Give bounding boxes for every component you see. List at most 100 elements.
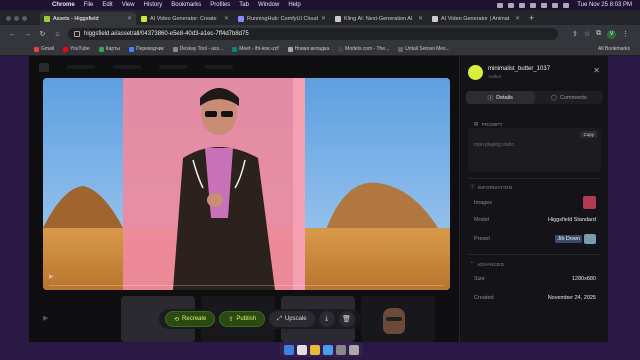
page-logo-icon[interactable] <box>39 62 49 72</box>
tab-details[interactable]: ⓘ Details <box>466 91 535 104</box>
dock-app-icon[interactable] <box>336 344 346 355</box>
menu-window[interactable]: Window <box>258 2 279 8</box>
dock-app-icon[interactable] <box>323 344 333 355</box>
close-window-icon[interactable] <box>6 16 11 21</box>
extensions-icon[interactable]: ⧉ <box>596 30 601 38</box>
advanced-heading[interactable]: ⌃ ADVANCED <box>470 261 504 267</box>
menu-edit[interactable]: Edit <box>102 2 112 8</box>
author-avatar[interactable] <box>468 65 483 80</box>
minimize-window-icon[interactable] <box>14 16 19 21</box>
close-tab-icon[interactable]: ✕ <box>515 15 520 22</box>
browser-tabbar: Assets - Higgsfield ✕ AI Video Generator… <box>0 10 640 25</box>
menu-profiles[interactable]: Profiles <box>210 2 230 8</box>
bookmark-favicon-icon <box>338 46 344 52</box>
bookmark-item[interactable]: Deskay Tool - ass... <box>172 46 223 52</box>
advanced-heading-label: ADVANCED <box>477 261 505 267</box>
video-progress-bar[interactable] <box>49 285 444 286</box>
browser-tab[interactable]: Assets - Higgsfield ✕ <box>40 12 136 25</box>
bookmark-item[interactable]: Карты <box>98 46 120 52</box>
address-bar[interactable]: higgsfield.ai/asset/all/04373860-e5e8-40… <box>68 28 558 40</box>
menu-history[interactable]: History <box>144 2 163 8</box>
finder-icon[interactable] <box>284 344 294 355</box>
browser-tab[interactable]: RunningHub: ComfyUI Cloud ✕ <box>234 12 330 25</box>
bookmark-item[interactable]: Untail Sensei Mes... <box>398 46 450 52</box>
nav-placeholder[interactable] <box>113 65 141 69</box>
video-viewer[interactable]: ▶ <box>43 78 450 290</box>
video-play-icon[interactable]: ▶ <box>49 273 54 280</box>
reload-icon[interactable]: ↻ <box>38 30 47 38</box>
browser-tab[interactable]: AI Video Generator | Animat ✕ <box>428 12 524 25</box>
home-icon[interactable]: ⌂ <box>53 31 62 38</box>
search-icon[interactable] <box>552 2 559 8</box>
maximize-window-icon[interactable] <box>22 16 27 21</box>
address-url[interactable]: higgsfield.ai/asset/all/04373860-e5e8-40… <box>84 31 249 37</box>
close-tab-icon[interactable]: ✕ <box>127 15 132 22</box>
menu-tab[interactable]: Tab <box>239 2 249 8</box>
asset-details-panel: minimalist_butter_1037 Author ✕ ⓘ Details… <box>459 56 608 342</box>
menubar-status-area: Tue Nov 25 8:03 PM <box>497 0 632 10</box>
nav-placeholder[interactable] <box>205 65 233 69</box>
preset-value-group[interactable]: Jib Down <box>555 234 596 244</box>
play-toggle-icon[interactable]: ▶ <box>43 314 48 322</box>
chevron-up-icon: ⌃ <box>470 261 475 266</box>
close-icon[interactable]: ✕ <box>593 66 600 75</box>
browser-tab[interactable]: AI Video Generator: Create ✕ <box>137 12 233 25</box>
favicon-icon <box>335 15 341 22</box>
nav-placeholder[interactable] <box>67 65 95 69</box>
trash-icon[interactable] <box>349 344 359 355</box>
browser-tab[interactable]: Kling AI: Next-Generation AI ✕ <box>331 12 427 25</box>
dock-app-icon[interactable] <box>297 344 307 355</box>
tab-comments[interactable]: ◯ Comments <box>535 91 604 104</box>
control-center-icon[interactable] <box>563 2 570 8</box>
menu-app-name[interactable]: Chrome <box>52 2 75 8</box>
nav-placeholder[interactable] <box>159 65 187 69</box>
bookmark-item[interactable]: Models.com - The... <box>338 46 389 52</box>
recreate-button[interactable]: ⟲ Recreate <box>165 311 216 327</box>
all-bookmarks-button[interactable]: All Bookmarks <box>598 46 630 52</box>
wifi-icon[interactable] <box>530 2 537 8</box>
close-tab-icon[interactable]: ✕ <box>321 15 326 22</box>
menu-file[interactable]: File <box>84 2 94 8</box>
close-tab-icon[interactable]: ✕ <box>224 15 229 22</box>
bookmark-item[interactable]: Meet - iht-iesc-zzf <box>232 46 279 52</box>
tab-title: AI Video Generator: Create <box>150 15 217 22</box>
copy-prompt-button[interactable]: Copy <box>580 131 597 138</box>
menu-view[interactable]: View <box>122 2 135 8</box>
macos-menubar: Chrome File Edit View History Bookmarks … <box>0 0 640 10</box>
forward-icon[interactable]: → <box>23 31 32 38</box>
source-image-thumbnail[interactable] <box>583 196 596 209</box>
bookmark-item[interactable]: Новая вкладка <box>287 46 329 52</box>
delete-button[interactable]: 🗑 <box>338 311 355 327</box>
chrome-icon[interactable] <box>310 344 320 355</box>
tab-title: Kling AI: Next-Generation AI <box>344 15 413 22</box>
comment-icon: ◯ <box>550 94 558 101</box>
menu-help[interactable]: Help <box>288 2 300 8</box>
status-icon[interactable] <box>497 2 504 8</box>
menubar-clock[interactable]: Tue Nov 25 8:03 PM <box>577 2 632 8</box>
close-tab-icon[interactable]: ✕ <box>418 15 423 22</box>
bookmark-star-icon[interactable]: ☆ <box>584 30 590 38</box>
bookmark-item[interactable]: Gmail <box>34 46 54 52</box>
back-icon[interactable]: ← <box>8 31 17 38</box>
download-button[interactable]: ⤓ <box>318 311 335 327</box>
site-info-icon[interactable] <box>74 31 80 37</box>
bookmark-item[interactable]: YouTube <box>63 46 90 52</box>
share-icon[interactable]: ⇪ <box>572 30 578 38</box>
thumbnail-face-illustration <box>383 308 405 334</box>
status-icon[interactable] <box>519 2 526 8</box>
status-icon[interactable] <box>508 2 515 8</box>
battery-icon[interactable] <box>541 2 548 8</box>
bookmark-favicon-icon <box>398 46 404 52</box>
bookmark-favicon-icon <box>34 46 39 52</box>
more-menu-icon[interactable]: ⋮ <box>622 30 629 38</box>
upscale-button[interactable]: ⤢ Upscale <box>269 311 315 327</box>
asset-thumbnail[interactable] <box>361 296 435 342</box>
prompt-text: man playing static <box>474 142 515 148</box>
bookmark-item[interactable]: Переводчик <box>128 46 164 52</box>
publish-button[interactable]: ⇧ Publish <box>219 311 266 327</box>
author-name[interactable]: minimalist_butter_1037 <box>488 66 550 72</box>
bookmark-label: Gmail <box>41 46 55 52</box>
menu-bookmarks[interactable]: Bookmarks <box>171 2 201 8</box>
new-tab-button[interactable]: + <box>529 12 534 25</box>
profile-avatar[interactable]: V <box>607 29 617 39</box>
